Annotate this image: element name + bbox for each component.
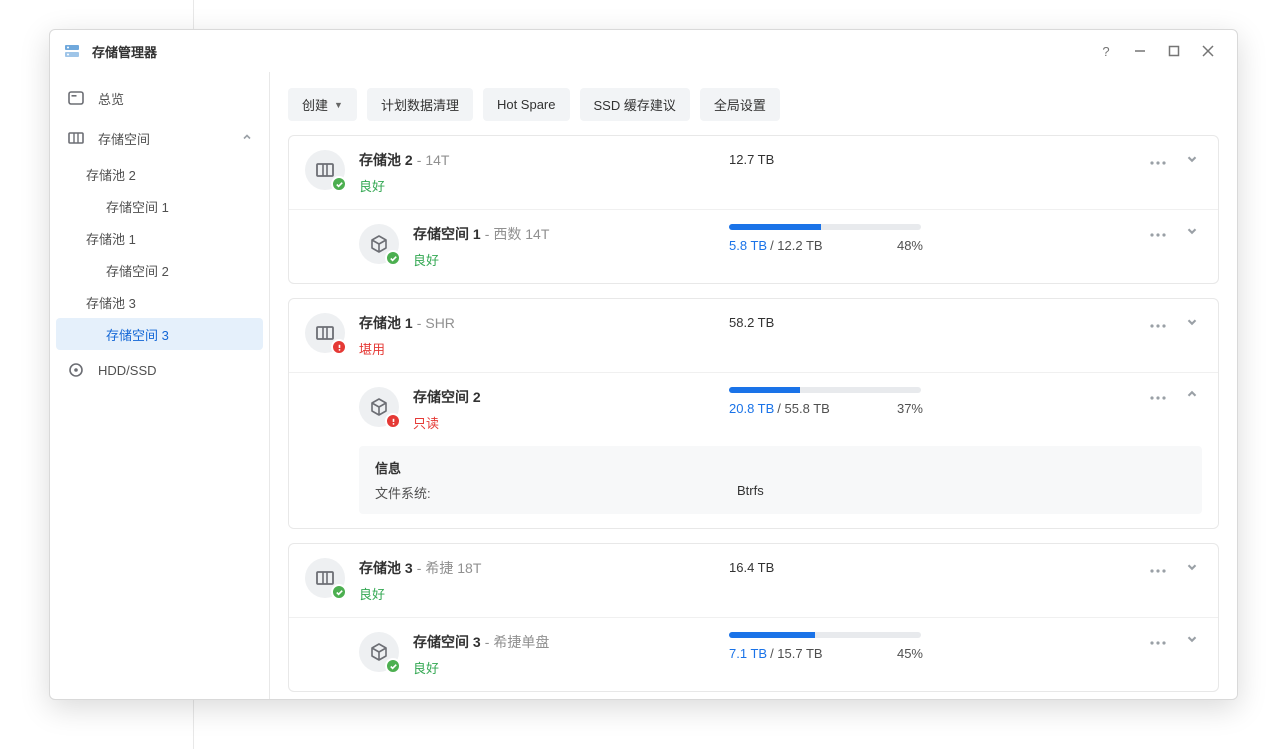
info-fs-value: Btrfs	[737, 483, 764, 502]
pool-header[interactable]: 存储池 3-希捷 18T 良好 16.4 TB	[289, 544, 1218, 617]
titlebar: 存储管理器 ?	[50, 30, 1237, 72]
volume-icon	[359, 632, 399, 672]
help-button[interactable]: ?	[1089, 34, 1123, 68]
pool-icon	[305, 558, 345, 598]
nav-storage[interactable]: 存储空间	[50, 118, 269, 158]
pool-status: 良好	[359, 584, 729, 603]
nav-storage-label: 存储空间	[98, 129, 241, 148]
usage-bar	[729, 387, 921, 393]
global-settings-button[interactable]: 全局设置	[700, 88, 780, 121]
sidebar-item-pool-1[interactable]: 存储池 1	[50, 222, 269, 254]
volume-row[interactable]: 存储空间 1-西数 14T 良好 5.8 TB / 12.2 TB48%	[289, 209, 1218, 283]
usage-text: 5.8 TB / 12.2 TB48%	[729, 238, 1009, 253]
usage-bar	[729, 632, 921, 638]
volume-expand-toggle[interactable]	[1182, 387, 1202, 404]
status-warn-icon	[385, 413, 401, 429]
nav-hdd-ssd[interactable]: HDD/SSD	[50, 350, 269, 390]
info-fs-label: 文件系统:	[375, 483, 737, 502]
usage-text: 20.8 TB / 55.8 TB37%	[729, 401, 1009, 416]
close-button[interactable]	[1191, 34, 1225, 68]
volume-row[interactable]: 存储空间 3-希捷单盘 良好 7.1 TB / 15.7 TB45%	[289, 617, 1218, 691]
pool-header[interactable]: 存储池 1-SHR 堪用 58.2 TB	[289, 299, 1218, 372]
volume-actions-menu[interactable]	[1148, 388, 1168, 403]
volume-info-block: 信息 文件系统:Btrfs	[359, 446, 1202, 514]
status-ok-icon	[385, 250, 401, 266]
sidebar: 总览 存储空间 存储池 2 存储空间 1 存储池 1 存储空间 2 存储池 3 …	[50, 72, 270, 699]
pool-expand-toggle[interactable]	[1182, 152, 1202, 169]
volume-actions-menu[interactable]	[1148, 225, 1168, 240]
volume-icon	[359, 387, 399, 427]
pool-size: 58.2 TB	[729, 313, 929, 330]
pool-status: 良好	[359, 176, 729, 195]
window-title: 存储管理器	[92, 42, 157, 61]
pool-expand-toggle[interactable]	[1182, 560, 1202, 577]
volume-actions-menu[interactable]	[1148, 633, 1168, 648]
status-warn-icon	[331, 339, 347, 355]
status-ok-icon	[385, 658, 401, 674]
volume-icon	[359, 224, 399, 264]
pool-card: 存储池 1-SHR 堪用 58.2 TB 存储空间 2 只读 20.8 TB /…	[288, 298, 1219, 529]
pool-actions-menu[interactable]	[1148, 316, 1168, 331]
pool-actions-menu[interactable]	[1148, 153, 1168, 168]
sidebar-item-pool-3[interactable]: 存储池 3	[50, 286, 269, 318]
pool-icon	[305, 150, 345, 190]
pool-size: 16.4 TB	[729, 558, 929, 575]
volume-status: 良好	[413, 250, 729, 269]
pool-card: 存储池 2-14T 良好 12.7 TB 存储空间 1-西数 14T 良好 5.…	[288, 135, 1219, 284]
pool-status: 堪用	[359, 339, 729, 358]
status-ok-icon	[331, 176, 347, 192]
chevron-up-icon	[241, 131, 253, 146]
pool-actions-menu[interactable]	[1148, 561, 1168, 576]
create-button[interactable]: 创建▼	[288, 88, 357, 121]
minimize-button[interactable]	[1123, 34, 1157, 68]
sidebar-item-volume-1[interactable]: 存储空间 1	[50, 190, 269, 222]
hot-spare-button[interactable]: Hot Spare	[483, 88, 570, 121]
volume-status: 只读	[413, 413, 729, 432]
nav-overview[interactable]: 总览	[50, 78, 269, 118]
ssd-cache-button[interactable]: SSD 缓存建议	[580, 88, 690, 121]
pool-name: 存储池 1-SHR	[359, 313, 729, 333]
usage-bar	[729, 224, 921, 230]
pool-name: 存储池 3-希捷 18T	[359, 558, 729, 578]
app-icon	[62, 41, 82, 61]
toolbar: 创建▼ 计划数据清理 Hot Spare SSD 缓存建议 全局设置	[288, 88, 1219, 121]
sidebar-item-pool-2[interactable]: 存储池 2	[50, 158, 269, 190]
volume-name: 存储空间 3-希捷单盘	[413, 632, 729, 652]
storage-manager-window: 存储管理器 ? 总览 存储空间 存储池 2 存储空间 1 存储池 1 存储空间 …	[49, 29, 1238, 700]
usage-text: 7.1 TB / 15.7 TB45%	[729, 646, 1009, 661]
pool-expand-toggle[interactable]	[1182, 315, 1202, 332]
maximize-button[interactable]	[1157, 34, 1191, 68]
sidebar-item-volume-3[interactable]: 存储空间 3	[56, 318, 263, 350]
disk-icon	[66, 360, 86, 380]
info-title: 信息	[375, 458, 1186, 477]
sidebar-item-volume-2[interactable]: 存储空间 2	[50, 254, 269, 286]
caret-down-icon: ▼	[334, 100, 343, 110]
volume-expand-toggle[interactable]	[1182, 632, 1202, 649]
status-ok-icon	[331, 584, 347, 600]
volume-row[interactable]: 存储空间 2 只读 20.8 TB / 55.8 TB37% 信息 文件系统:B…	[289, 372, 1218, 528]
volume-name: 存储空间 2	[413, 387, 729, 407]
main-panel: 创建▼ 计划数据清理 Hot Spare SSD 缓存建议 全局设置 存储池 2…	[270, 72, 1237, 699]
pool-header[interactable]: 存储池 2-14T 良好 12.7 TB	[289, 136, 1218, 209]
pool-name: 存储池 2-14T	[359, 150, 729, 170]
volume-expand-toggle[interactable]	[1182, 224, 1202, 241]
storage-icon	[66, 128, 86, 148]
volume-status: 良好	[413, 658, 729, 677]
overview-icon	[66, 88, 86, 108]
pool-size: 12.7 TB	[729, 150, 929, 167]
volume-name: 存储空间 1-西数 14T	[413, 224, 729, 244]
nav-overview-label: 总览	[98, 89, 253, 108]
pool-card: 存储池 3-希捷 18T 良好 16.4 TB 存储空间 3-希捷单盘 良好 7…	[288, 543, 1219, 692]
pool-icon	[305, 313, 345, 353]
nav-hdd-label: HDD/SSD	[98, 363, 253, 378]
data-scrub-button[interactable]: 计划数据清理	[367, 88, 473, 121]
